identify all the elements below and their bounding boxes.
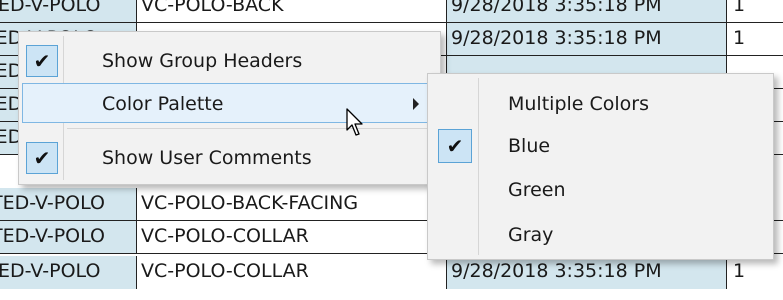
grid-cell-date[interactable]: 9/28/2018 3:35:18 PM	[447, 0, 727, 22]
grid-cell-name[interactable]: TED-V-POLO	[0, 188, 137, 220]
submenu-item-gray[interactable]: Gray	[431, 213, 769, 257]
table-row[interactable]: ED-V-POLO VC-POLO-BACK 9/28/2018 3:35:18…	[0, 0, 783, 23]
menu-item-label: Show User Comments	[102, 147, 312, 169]
checkmark-icon: ✔	[438, 129, 472, 163]
submenu-item-label: Blue	[508, 135, 551, 157]
grid-cell-count[interactable]: 1	[727, 23, 783, 55]
menu-separator	[67, 128, 436, 129]
menu-item-show-group-headers[interactable]: ✔ Show Group Headers	[22, 41, 436, 81]
cell-text: ED-V-POLO	[0, 260, 101, 282]
submenu-item-label: Gray	[508, 224, 554, 246]
menu-item-show-user-comments[interactable]: ✔ Show User Comments	[22, 138, 436, 178]
color-palette-submenu: Multiple Colors ✔ Blue Green Gray	[427, 73, 774, 260]
grid-cell-count[interactable]: 1	[727, 256, 783, 289]
checkmark-icon: ✔	[26, 142, 58, 174]
mouse-cursor-icon	[346, 108, 363, 136]
checkmark-icon: ✔	[26, 45, 58, 77]
cell-text: TED-V-POLO	[0, 225, 105, 247]
grid-cell-name[interactable]: TED-V-POLO	[0, 221, 137, 253]
grid-cell-name[interactable]: ED-V-POLO	[0, 0, 137, 22]
context-menu: ✔ Show Group Headers Color Palette ✔ Sho…	[18, 31, 441, 185]
submenu-item-label: Green	[508, 179, 566, 201]
submenu-item-label: Multiple Colors	[508, 93, 650, 115]
grid-cell-date[interactable]: 9/28/2018 3:35:18 PM	[447, 256, 727, 289]
grid-cell-view[interactable]: VC-POLO-COLLAR	[137, 221, 447, 253]
grid-cell-count[interactable]: 1	[727, 0, 783, 22]
submenu-arrow-icon	[413, 98, 419, 110]
table-row[interactable]: ED-V-POLO VC-POLO-COLLAR 9/28/2018 3:35:…	[0, 256, 783, 289]
submenu-item-green[interactable]: Green	[431, 168, 769, 212]
grid-cell-date[interactable]: 9/28/2018 3:35:18 PM	[447, 23, 727, 55]
grid-cell-view[interactable]: VC-POLO-COLLAR	[137, 256, 447, 289]
cell-text: ED-V-POLO	[0, 0, 101, 16]
submenu-item-multiple-colors[interactable]: Multiple Colors	[431, 82, 769, 126]
grid-cell-view[interactable]: VC-POLO-BACK-FACING	[137, 188, 447, 220]
cell-text: TED-V-POLO	[0, 192, 105, 214]
menu-item-label: Color Palette	[102, 93, 224, 115]
menu-item-color-palette[interactable]: Color Palette	[22, 83, 436, 123]
grid-cell-view[interactable]: VC-POLO-BACK	[137, 0, 447, 22]
submenu-item-blue[interactable]: ✔ Blue	[431, 124, 769, 168]
menu-item-label: Show Group Headers	[102, 50, 303, 72]
grid-cell-name[interactable]: ED-V-POLO	[0, 256, 137, 289]
